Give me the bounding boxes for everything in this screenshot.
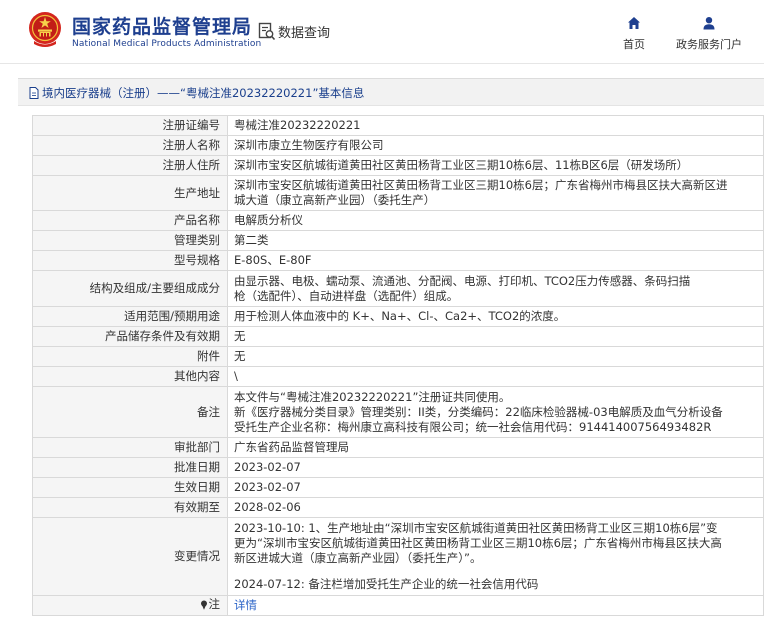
field-label: 有效期至 (32, 497, 228, 518)
table-row: 注册证编号 粤械注准20232220221 (32, 115, 764, 136)
user-icon (703, 17, 715, 30)
table-row: 产品名称 电解质分析仪 (32, 210, 764, 231)
details-link[interactable]: 详情 (234, 598, 257, 612)
field-label: 注册证编号 (32, 115, 228, 136)
field-label: 生产地址 (32, 175, 228, 211)
table-row: 注册人住所 深圳市宝安区航城街道黄田社区黄田杨背工业区三期10栋6层、11栋B区… (32, 155, 764, 176)
document-icon (29, 87, 39, 99)
field-value: 广东省药品监督管理局 (227, 437, 764, 458)
table-row: 审批部门 广东省药品监督管理局 (32, 437, 764, 458)
value-line: 受托生产企业名称：梅州康立高科技有限公司；统一社会信用代码：9144140075… (234, 419, 712, 434)
site-title: 国家药品监督管理局 (72, 16, 253, 38)
table-row: 管理类别 第二类 (32, 230, 764, 251)
field-label: 注册人名称 (32, 135, 228, 156)
field-label: 其他内容 (32, 366, 228, 387)
nav-home-label: 首页 (623, 38, 645, 51)
table-row: 批准日期 2023-02-07 (32, 457, 764, 478)
field-value: 粤械注准20232220221 (227, 115, 764, 136)
field-value: 无 (227, 346, 764, 367)
field-label: 结构及组成/主要组成成分 (32, 270, 228, 307)
site-header: 国家药品监督管理局 National Medical Products Admi… (0, 0, 764, 64)
table-row: 生效日期 2023-02-07 (32, 477, 764, 498)
value-line: 深圳市宝安区航城街道黄田社区黄田杨背工业区三期10栋6层；广东省梅州市梅县区扶大… (234, 178, 728, 192)
value-line: 更为“深圳市宝安区航城街道黄田社区黄田杨背工业区三期10栋6层；广东省梅州市梅县… (234, 536, 722, 550)
device-info-table: 注册证编号 粤械注准20232220221 注册人名称 深圳市康立生物医疗有限公… (32, 115, 764, 616)
field-label: 备注 (32, 386, 228, 438)
note-label: 注 (208, 597, 221, 612)
nav-gov-service-label: 政务服务门户 (676, 38, 742, 51)
table-row: 结构及组成/主要组成成分 由显示器、电极、蠕动泵、流通池、分配阀、电源、打印机、… (32, 270, 764, 307)
table-row: 注 详情 (32, 595, 764, 616)
field-value: 第二类 (227, 230, 764, 251)
table-row: 型号规格 E-80S、E-80F (32, 250, 764, 271)
table-row: 其他内容 \ (32, 366, 764, 387)
table-row: 注册人名称 深圳市康立生物医疗有限公司 (32, 135, 764, 156)
table-row: 适用范围/预期用途 用于检测人体血液中的 K+、Na+、Cl-、Ca2+、TCO… (32, 306, 764, 327)
data-query-title: 数据查询 (278, 26, 331, 41)
field-label: 管理类别 (32, 230, 228, 251)
value-line: 2023-10-10: 1、生产地址由“深圳市宝安区航城街道黄田社区黄田杨背工业… (234, 521, 718, 535)
table-row: 附件 无 (32, 346, 764, 367)
field-label: 适用范围/预期用途 (32, 306, 228, 327)
field-value: 本文件与“粤械注准20232220221”注册证共同使用。 新《医疗器械分类目录… (227, 386, 764, 438)
value-line: 2024-07-12: 备注栏增加受托生产企业的统一社会信用代码 (234, 577, 539, 591)
field-value: 用于检测人体血液中的 K+、Na+、Cl-、Ca2+、TCO2的浓度。 (227, 306, 764, 327)
value-line: 由显示器、电极、蠕动泵、流通池、分配阀、电源、打印机、TCO2压力传感器、条码扫… (234, 273, 691, 288)
field-value: 2023-02-07 (227, 457, 764, 478)
value-line: 城大道（康立高新产业园）（委托生产） (234, 193, 436, 207)
nav-gov-service-button[interactable]: 政务服务门户 (670, 16, 748, 56)
field-value: 2028-02-06 (227, 497, 764, 518)
field-value: 由显示器、电极、蠕动泵、流通池、分配阀、电源、打印机、TCO2压力传感器、条码扫… (227, 270, 764, 307)
national-emblem-icon (29, 12, 61, 47)
table-row: 产品储存条件及有效期 无 (32, 326, 764, 347)
record-title-bar: 境内医疗器械（注册）——“粤械注准20232220221”基本信息 (18, 78, 764, 106)
field-label: 变更情况 (32, 517, 228, 596)
site-subtitle: National Medical Products Administration (72, 39, 262, 49)
field-value: 深圳市宝安区航城街道黄田社区黄田杨背工业区三期10栋6层；广东省梅州市梅县区扶大… (227, 175, 764, 211)
field-label: 型号规格 (32, 250, 228, 271)
nav-home-button[interactable]: 首页 (612, 16, 656, 56)
field-value: 深圳市康立生物医疗有限公司 (227, 135, 764, 156)
value-line: 枪（选配件）、自动进样盘（选配件）组成。 (234, 288, 459, 303)
field-label: 产品储存条件及有效期 (32, 326, 228, 347)
field-value: 2023-02-07 (227, 477, 764, 498)
field-value: 深圳市宝安区航城街道黄田社区黄田杨背工业区三期10栋6层、11栋B区6层（研发场… (227, 155, 764, 176)
field-value: 电解质分析仪 (227, 210, 764, 231)
field-value: 2023-10-10: 1、生产地址由“深圳市宝安区航城街道黄田社区黄田杨背工业… (227, 517, 764, 596)
field-label: 附件 (32, 346, 228, 367)
table-row: 变更情况 2023-10-10: 1、生产地址由“深圳市宝安区航城街道黄田社区黄… (32, 517, 764, 596)
field-label: 生效日期 (32, 477, 228, 498)
value-line: 本文件与“粤械注准20232220221”注册证共同使用。 (234, 389, 511, 404)
home-icon (628, 17, 640, 29)
field-value: 无 (227, 326, 764, 347)
value-line: 新《医疗器械分类目录》管理类别：II类，分类编码：22临床检验器械-03电解质及… (234, 404, 723, 419)
field-label: 产品名称 (32, 210, 228, 231)
field-value: E-80S、E-80F (227, 250, 764, 271)
field-label: 批准日期 (32, 457, 228, 478)
field-value: \ (227, 366, 764, 387)
note-key: 注 (200, 597, 221, 612)
record-title: 境内医疗器械（注册）——“粤械注准20232220221”基本信息 (42, 86, 365, 100)
field-label: 注册人住所 (32, 155, 228, 176)
table-row: 有效期至 2028-02-06 (32, 497, 764, 518)
table-row: 备注 本文件与“粤械注准20232220221”注册证共同使用。 新《医疗器械分… (32, 386, 764, 438)
value-line: 新区进城大道（康立高新产业园）（委托生产）”。 (234, 551, 482, 565)
field-label: 注 (32, 595, 228, 616)
table-row: 生产地址 深圳市宝安区航城街道黄田社区黄田杨背工业区三期10栋6层；广东省梅州市… (32, 175, 764, 211)
data-query-icon (258, 22, 276, 41)
field-label: 审批部门 (32, 437, 228, 458)
header-divider (0, 63, 764, 64)
note-pin-icon (200, 600, 207, 610)
field-value: 详情 (227, 595, 764, 616)
